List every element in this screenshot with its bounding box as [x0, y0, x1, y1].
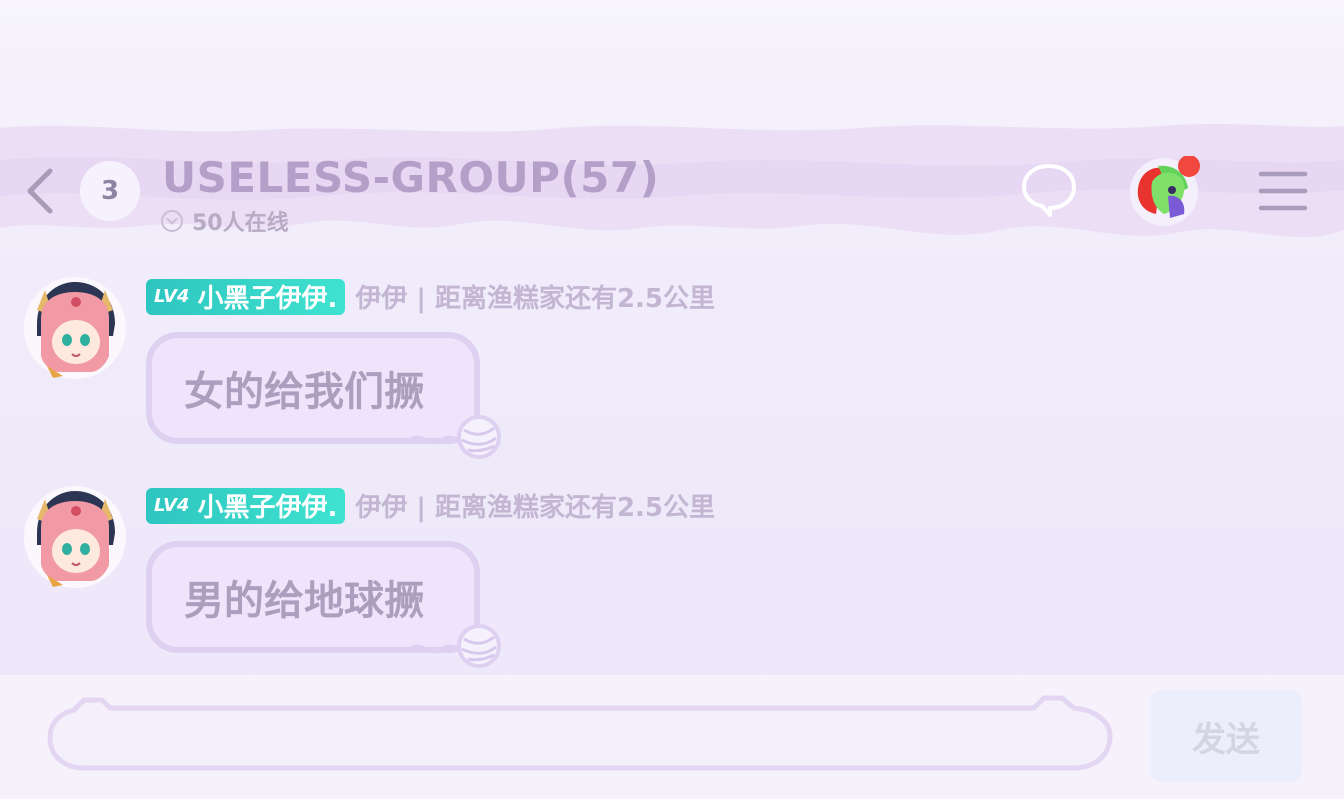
message-bubble[interactable]: 女的给我们撅: [146, 332, 480, 444]
yarn-ball-icon: [457, 624, 501, 668]
back-chevron-icon[interactable]: [22, 165, 58, 217]
sender-subtitle: 伊伊 | 距离渔糕家还有2.5公里: [355, 284, 716, 314]
sender-avatar[interactable]: [23, 485, 127, 589]
user-level-badge[interactable]: LV4 小黑子伊伊.: [146, 278, 346, 315]
message-bubble-container: 男的给地球撅: [146, 541, 506, 668]
level-label: LV4: [154, 495, 190, 516]
message-bubble-container: 女的给我们撅: [146, 332, 506, 459]
speech-bubble-icon[interactable]: [1020, 162, 1078, 218]
message-meta: LV4 小黑子伊伊. 伊伊 | 距离渔糕家还有2.5公里: [146, 278, 715, 315]
sender-avatar[interactable]: [23, 276, 127, 380]
message-meta: LV4 小黑子伊伊. 伊伊 | 距离渔糕家还有2.5公里: [146, 487, 715, 524]
sender-subtitle: 伊伊 | 距离渔糕家还有2.5公里: [355, 493, 716, 523]
hamburger-menu-icon[interactable]: [1258, 168, 1308, 214]
online-status[interactable]: 50人在线: [160, 205, 289, 237]
online-count-text: 50人在线: [192, 211, 289, 236]
notification-dot: [1178, 155, 1200, 177]
message-bubble[interactable]: 男的给地球撅: [146, 541, 480, 653]
nickname: 小黑子伊伊.: [197, 284, 338, 314]
send-button[interactable]: 发送: [1150, 690, 1302, 782]
unread-count-badge[interactable]: 3: [80, 161, 140, 221]
user-level-badge[interactable]: LV4 小黑子伊伊.: [146, 487, 346, 524]
group-title: USELESS-GROUP(57): [162, 153, 660, 202]
avatar-image: [1130, 155, 1200, 226]
message-input[interactable]: [78, 712, 1082, 764]
user-avatar[interactable]: [1128, 155, 1200, 228]
message-item: LV4 小黑子伊伊. 伊伊 | 距离渔糕家还有2.5公里 男的给地球撅: [0, 485, 1344, 675]
nickname: 小黑子伊伊.: [197, 493, 338, 523]
yarn-ball-icon: [457, 415, 501, 459]
chevron-down-circle-icon: [161, 210, 183, 232]
message-item: LV4 小黑子伊伊. 伊伊 | 距离渔糕家还有2.5公里 女的给我们撅: [0, 276, 1344, 466]
level-label: LV4: [154, 286, 190, 307]
